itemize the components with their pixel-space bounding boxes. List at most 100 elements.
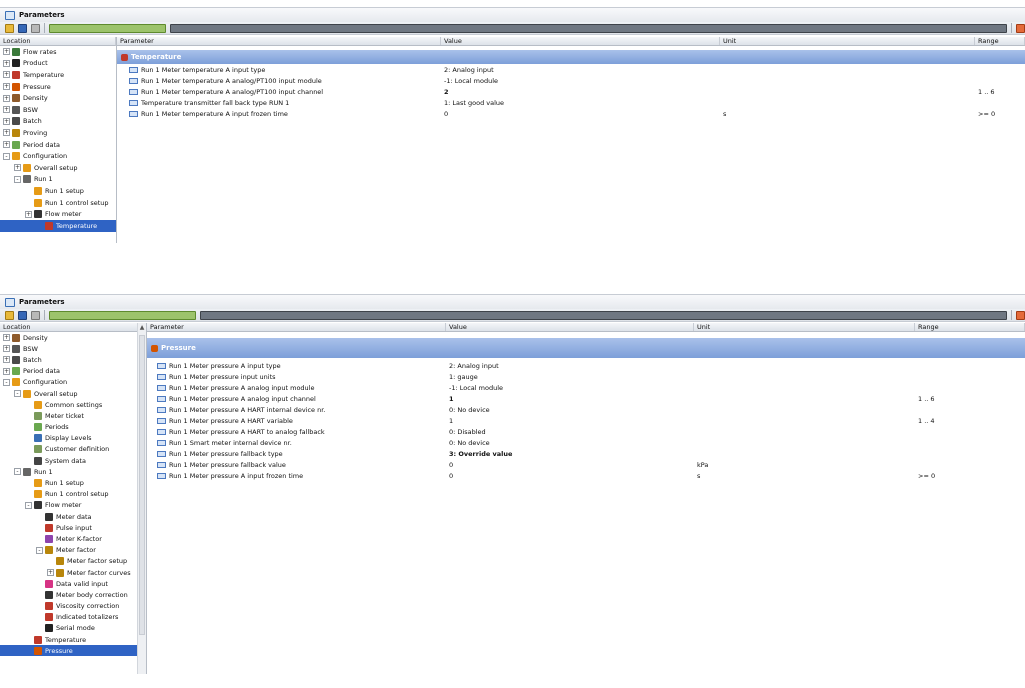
tree-item-common-settings[interactable]: Common settings xyxy=(0,399,146,410)
column-header-value[interactable]: Value xyxy=(446,323,694,331)
scroll-up-icon[interactable]: ▲ xyxy=(138,323,146,332)
expand-icon[interactable]: + xyxy=(25,210,32,218)
tree-item-run-1-control-setup[interactable]: Run 1 control setup xyxy=(0,489,146,500)
value-cell[interactable]: 3: Override value xyxy=(446,450,694,458)
tree-item-run-1[interactable]: - Run 1 xyxy=(0,466,146,477)
collapse-icon[interactable]: - xyxy=(3,152,10,160)
tree-item-bsw[interactable]: + BSW xyxy=(0,104,116,116)
parameter-row[interactable]: Run 1 Meter pressure A HART variable 1 1 .… xyxy=(147,415,1025,426)
tree-view-icon[interactable] xyxy=(49,23,166,33)
expand-icon[interactable]: + xyxy=(3,59,10,67)
value-cell[interactable]: 2: Analog input xyxy=(441,66,720,74)
value-cell[interactable]: 0: Disabled xyxy=(446,428,694,436)
tree-item-flow-meter[interactable]: - Flow meter xyxy=(0,500,146,511)
collapse-icon[interactable]: - xyxy=(36,546,43,554)
tree-item-meter-body-correction[interactable]: Meter body correction xyxy=(0,589,146,600)
tree-item-flow-meter[interactable]: + Flow meter xyxy=(0,208,116,220)
parameter-row[interactable]: Run 1 Meter temperature A input type 2: A… xyxy=(117,64,1025,75)
tree-item-meter-factor-curves[interactable]: + Meter factor curves xyxy=(0,567,146,578)
tree-item-bsw[interactable]: + BSW xyxy=(0,343,146,354)
parameter-row[interactable]: Run 1 Meter temperature A analog/PT100 i… xyxy=(117,86,1025,97)
tree-view-icon[interactable] xyxy=(49,310,196,320)
value-cell[interactable]: 1: gauge xyxy=(446,373,694,381)
tree-item-temperature[interactable]: + Temperature xyxy=(0,69,116,81)
tree-item-periods[interactable]: Periods xyxy=(0,422,146,433)
tree-item-meter-factor[interactable]: - Meter factor xyxy=(0,545,146,556)
save-icon[interactable] xyxy=(18,23,27,33)
expand-icon[interactable]: + xyxy=(3,71,10,79)
value-cell[interactable]: 0 xyxy=(446,461,694,469)
value-cell[interactable]: -1: Local module xyxy=(446,384,694,392)
open-folder-icon[interactable] xyxy=(5,23,14,33)
collapse-icon[interactable]: - xyxy=(14,390,21,398)
collapse-icon[interactable]: - xyxy=(14,468,21,476)
column-header-parameter[interactable]: Parameter xyxy=(147,323,446,331)
expand-icon[interactable]: + xyxy=(3,334,10,342)
parameter-row[interactable]: Run 1 Meter pressure A HART to analog fa… xyxy=(147,427,1025,438)
tree-item-viscosity-correction[interactable]: Viscosity correction xyxy=(0,601,146,612)
value-cell[interactable]: 0: No device xyxy=(446,439,694,447)
parameter-row[interactable]: Run 1 Meter pressure A HART internal dev… xyxy=(147,404,1025,415)
tree-item-temperature[interactable]: Temperature xyxy=(0,634,146,645)
parameter-row[interactable]: Run 1 Meter temperature A analog/PT100 i… xyxy=(117,75,1025,86)
expand-icon[interactable]: + xyxy=(47,569,54,577)
expand-icon[interactable]: + xyxy=(3,367,10,375)
column-header-unit[interactable]: Unit xyxy=(694,323,915,331)
tree-item-customer-definition[interactable]: Customer definition xyxy=(0,444,146,455)
filter-icon[interactable] xyxy=(1016,310,1025,320)
tree-item-configuration[interactable]: - Configuration xyxy=(0,377,146,388)
tree-item-meter-k-factor[interactable]: Meter K-factor xyxy=(0,533,146,544)
expand-icon[interactable]: + xyxy=(3,94,10,102)
value-cell[interactable]: 0: No device xyxy=(446,406,694,414)
grid-view-icon[interactable] xyxy=(170,23,1007,33)
expand-icon[interactable]: + xyxy=(3,356,10,364)
collapse-icon[interactable]: - xyxy=(3,378,10,386)
parameter-row[interactable]: Run 1 Meter pressure A analog input chan… xyxy=(147,393,1025,404)
tree-item-run-1[interactable]: - Run 1 xyxy=(0,174,116,186)
tree-item-run-1-setup[interactable]: Run 1 setup xyxy=(0,477,146,488)
open-folder-icon[interactable] xyxy=(5,310,14,320)
parameter-row[interactable]: Run 1 Smart meter internal device nr. 0: … xyxy=(147,438,1025,449)
tree-item-meter-ticket[interactable]: Meter ticket xyxy=(0,410,146,421)
expand-icon[interactable]: + xyxy=(3,345,10,353)
parameter-row[interactable]: Run 1 Meter pressure A analog input modu… xyxy=(147,382,1025,393)
expand-icon[interactable]: + xyxy=(3,141,10,149)
tree-item-pressure[interactable]: Pressure xyxy=(0,645,146,657)
save-icon[interactable] xyxy=(18,310,27,320)
tree-item-overall-setup[interactable]: - Overall setup xyxy=(0,388,146,399)
tree-item-density[interactable]: + Density xyxy=(0,92,116,104)
tree-item-proving[interactable]: + Proving xyxy=(0,127,116,139)
tree-item-period-data[interactable]: + Period data xyxy=(0,139,116,151)
parameter-row[interactable]: Temperature transmitter fall back type R… xyxy=(117,97,1025,108)
expand-icon[interactable]: + xyxy=(3,117,10,125)
tree-item-pressure[interactable]: + Pressure xyxy=(0,81,116,93)
tree-item-serial-mode[interactable]: Serial mode xyxy=(0,623,146,634)
expand-icon[interactable]: + xyxy=(14,164,21,172)
parameter-row[interactable]: Run 1 Meter pressure A input frozen time… xyxy=(147,471,1025,482)
tree-item-pulse-input[interactable]: Pulse input xyxy=(0,522,146,533)
parameter-row[interactable]: Run 1 Meter temperature A input frozen t… xyxy=(117,108,1025,119)
tree-item-density[interactable]: + Density xyxy=(0,332,146,343)
grid-view-icon[interactable] xyxy=(200,310,1007,320)
column-header-unit[interactable]: Unit xyxy=(720,37,975,45)
value-cell[interactable]: 0 xyxy=(441,110,720,118)
value-cell[interactable]: 1 xyxy=(446,395,694,403)
value-cell[interactable]: 0 xyxy=(446,472,694,480)
column-header-parameter[interactable]: Parameter xyxy=(117,37,441,45)
tree-item-data-valid-input[interactable]: Data valid input xyxy=(0,578,146,589)
tree-item-period-data[interactable]: + Period data xyxy=(0,366,146,377)
value-cell[interactable]: 2: Analog input xyxy=(446,362,694,370)
tree-item-meter-factor-setup[interactable]: Meter factor setup xyxy=(0,556,146,567)
tree-item-display-levels[interactable]: Display Levels xyxy=(0,433,146,444)
tree-item-product[interactable]: + Product xyxy=(0,58,116,70)
column-header-value[interactable]: Value xyxy=(441,37,720,45)
print-icon[interactable] xyxy=(31,310,40,320)
column-header-range[interactable]: Range xyxy=(975,37,1025,45)
filter-icon[interactable] xyxy=(1016,23,1025,33)
tree-item-configuration[interactable]: - Configuration xyxy=(0,150,116,162)
tree-item-flow-rates[interactable]: + Flow rates xyxy=(0,46,116,58)
value-cell[interactable]: 1 xyxy=(446,417,694,425)
tree-item-run-1-setup[interactable]: Run 1 setup xyxy=(0,185,116,197)
parameter-row[interactable]: Run 1 Meter pressure input units 1: gauge xyxy=(147,371,1025,382)
parameter-row[interactable]: Run 1 Meter pressure fallback type 3: Ove… xyxy=(147,449,1025,460)
